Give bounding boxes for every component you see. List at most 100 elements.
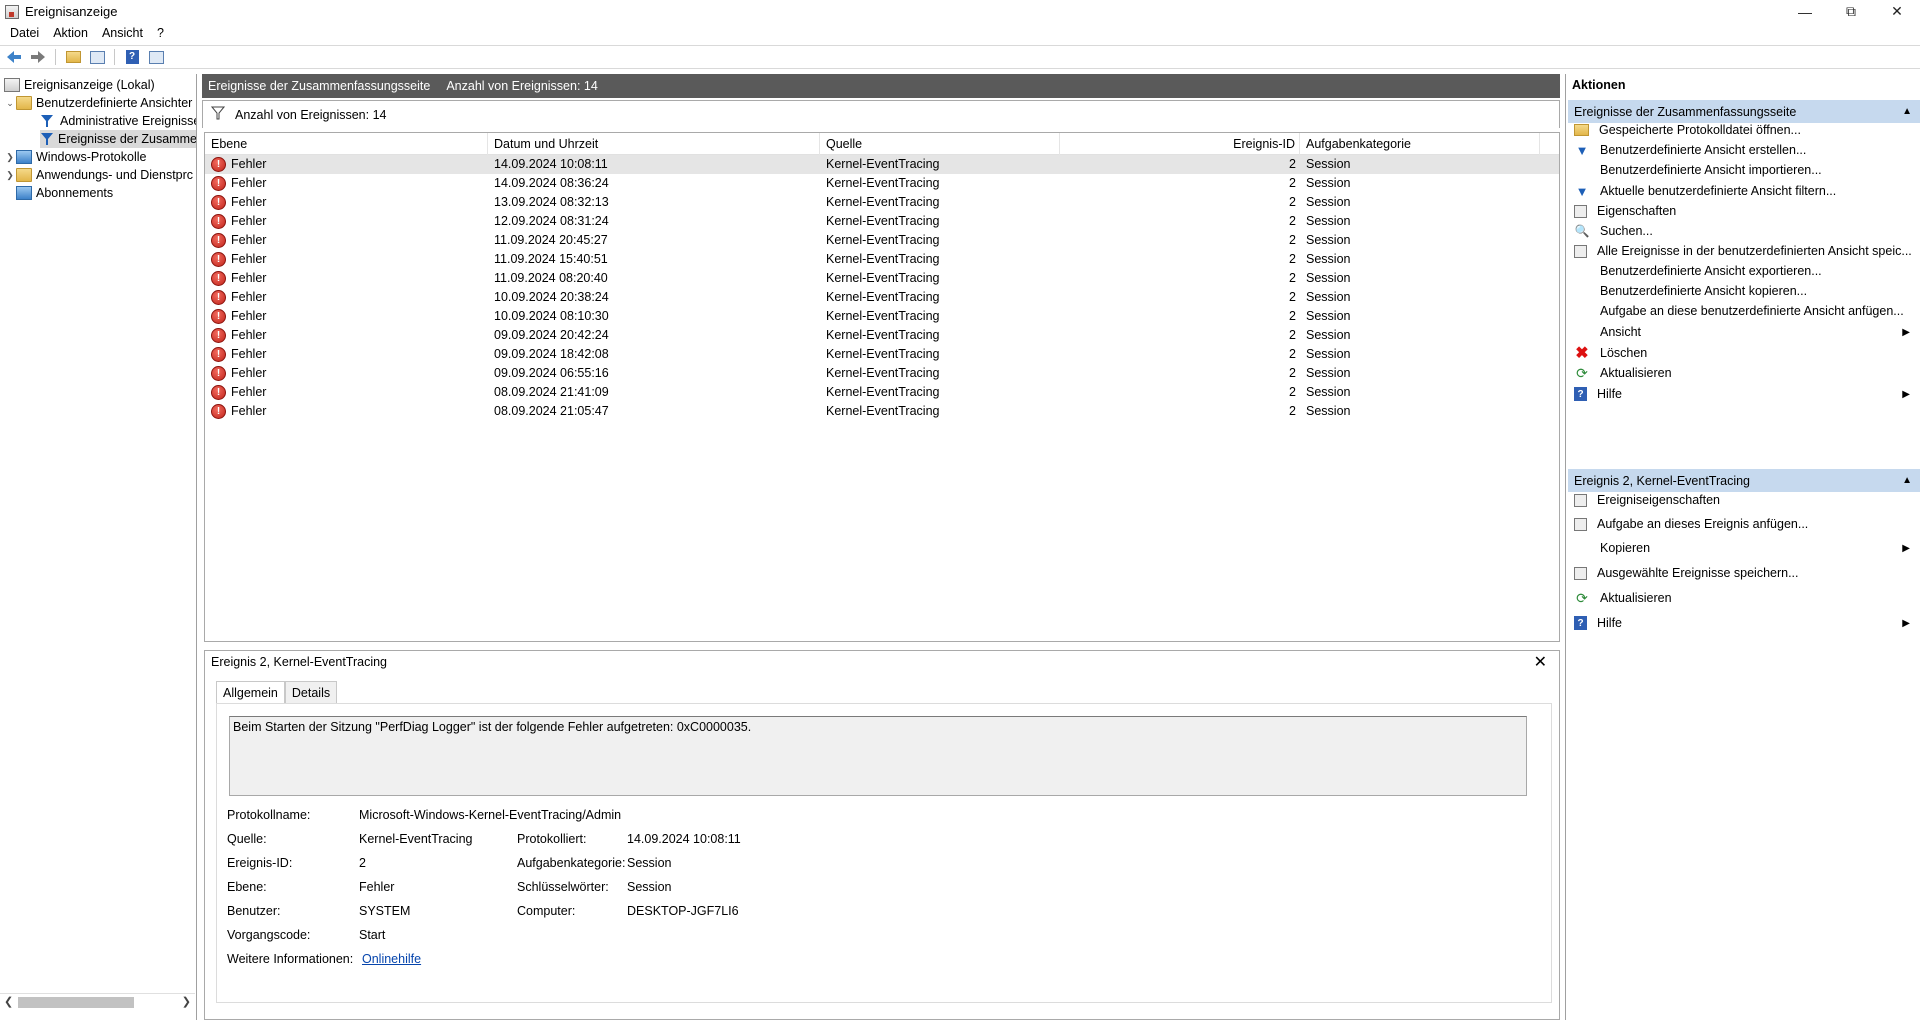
action-item[interactable]: ? Hilfe ▶ — [1568, 383, 1920, 405]
value-event-id[interactable]: 2 — [359, 856, 366, 870]
tree-item-subscriptions[interactable]: Abonnements — [16, 184, 113, 202]
restore-button[interactable]: ⧉ — [1828, 0, 1874, 23]
table-row[interactable]: ! Fehler 09.09.2024 20:42:24 Kernel-EventTr… — [205, 326, 1559, 345]
value-level[interactable]: Fehler — [359, 880, 394, 894]
scroll-thumb[interactable] — [18, 997, 134, 1008]
cell-event-id: 2 — [1289, 157, 1296, 171]
collapse-arrow-icon[interactable]: ▲ — [1902, 475, 1912, 486]
chevron-right-icon[interactable]: ❯ — [4, 170, 16, 181]
table-row[interactable]: ! Fehler 09.09.2024 18:42:08 Kernel-EventTr… — [205, 345, 1559, 364]
value-source[interactable]: Kernel-EventTracing — [359, 832, 472, 846]
table-row[interactable]: ! Fehler 08.09.2024 21:41:09 Kernel-EventTr… — [205, 383, 1559, 402]
action-item[interactable]: Gespeicherte Protokolldatei öffnen... — [1568, 119, 1920, 141]
action-item[interactable]: Benutzerdefinierte Ansicht exportieren..… — [1568, 260, 1920, 282]
filter-icon — [40, 114, 56, 128]
table-row[interactable]: ! Fehler 11.09.2024 08:20:40 Kernel-EventTr… — [205, 269, 1559, 288]
tree-item-root[interactable]: Ereignisanzeige (Lokal) — [4, 76, 155, 94]
action-item[interactable]: ⟳ Aktualisieren — [1568, 362, 1920, 384]
table-row[interactable]: ! Fehler 11.09.2024 15:40:51 Kernel-EventTr… — [205, 250, 1559, 269]
show-hide-action-pane-icon[interactable] — [146, 48, 166, 66]
forward-arrow-icon[interactable] — [28, 48, 48, 66]
action-item[interactable]: 🔍 Suchen... — [1568, 220, 1920, 242]
table-row[interactable]: ! Fehler 13.09.2024 08:32:13 Kernel-EventTr… — [205, 193, 1559, 212]
action-item[interactable]: Benutzerdefinierte Ansicht kopieren... — [1568, 280, 1920, 302]
column-header-task-category[interactable]: Aufgabenkategorie — [1300, 133, 1540, 155]
column-header-date[interactable]: Datum und Uhrzeit — [488, 133, 820, 155]
value-logged[interactable]: 14.09.2024 10:08:11 — [627, 832, 741, 846]
table-row[interactable]: ! Fehler 09.09.2024 06:55:16 Kernel-EventTr… — [205, 364, 1559, 383]
action-item[interactable]: ? Hilfe ▶ — [1568, 612, 1920, 634]
action-item[interactable]: ✖ Löschen — [1568, 342, 1920, 364]
table-row[interactable]: ! Fehler 10.09.2024 08:10:30 Kernel-EventTr… — [205, 307, 1559, 326]
action-item[interactable]: Ausgewählte Ereignisse speichern... — [1568, 562, 1920, 584]
table-row[interactable]: ! Fehler 14.09.2024 10:08:11 Kernel-EventTr… — [205, 155, 1559, 174]
online-help-link[interactable]: Onlinehilfe — [362, 952, 421, 966]
action-item[interactable]: ▼ Benutzerdefinierte Ansicht erstellen... — [1568, 139, 1920, 161]
scroll-left-icon[interactable]: ❮ — [4, 995, 13, 1008]
cell-event-id: 2 — [1289, 328, 1296, 342]
column-header-event-id[interactable]: Ereignis-ID — [1060, 133, 1300, 155]
table-row[interactable]: ! Fehler 11.09.2024 20:45:27 Kernel-EventTr… — [205, 231, 1559, 250]
copy-icon — [1574, 540, 1590, 556]
label-level: Ebene: — [227, 880, 267, 894]
value-user[interactable]: SYSTEM — [359, 904, 410, 918]
action-item[interactable]: Alle Ereignisse in der benutzerdefiniert… — [1568, 240, 1920, 262]
action-item[interactable]: ▼ Aktuelle benutzerdefinierte Ansicht fil… — [1568, 180, 1920, 202]
tree-item-custom-views[interactable]: ⌄ Benutzerdefinierte Ansichter — [4, 94, 192, 112]
action-item[interactable]: Kopieren ▶ — [1568, 537, 1920, 559]
up-folder-icon[interactable] — [63, 48, 83, 66]
tree-item-windows-logs[interactable]: ❯ Windows-Protokolle — [4, 148, 146, 166]
close-button[interactable]: ✕ — [1874, 0, 1920, 23]
cell-level: Fehler — [231, 404, 267, 418]
action-item[interactable]: Eigenschaften — [1568, 200, 1920, 222]
tab-allgemein[interactable]: Allgemein — [216, 681, 285, 704]
label-keywords: Schlüsselwörter: — [517, 880, 609, 894]
menu-ansicht[interactable]: Ansicht — [95, 26, 150, 40]
menu-aktion[interactable]: Aktion — [46, 26, 95, 40]
cell-date: 09.09.2024 20:42:24 — [494, 328, 609, 342]
action-item[interactable]: Aufgabe an diese benutzerdefinierte Ansi… — [1568, 300, 1920, 322]
cell-task-category: Session — [1306, 347, 1351, 361]
action-item[interactable]: Ereigniseigenschaften — [1568, 489, 1920, 511]
minimize-button[interactable]: — — [1782, 0, 1828, 23]
column-header-level[interactable]: Ebene — [205, 133, 488, 155]
value-task-category[interactable]: Session — [627, 856, 671, 870]
menu-datei[interactable]: Datei — [3, 26, 46, 40]
tab-details[interactable]: Details — [284, 681, 338, 703]
tree-item-app-logs[interactable]: ❯ Anwendungs- und Dienstprc — [4, 166, 193, 184]
tree-horizontal-scrollbar[interactable]: ❮ ❯ — [0, 993, 195, 1010]
action-item[interactable]: Aufgabe an dieses Ereignis anfügen... — [1568, 513, 1920, 535]
action-item[interactable]: Ansicht ▶ — [1568, 321, 1920, 343]
table-row[interactable]: ! Fehler 08.09.2024 21:05:47 Kernel-EventTr… — [205, 402, 1559, 421]
show-hide-tree-icon[interactable] — [87, 48, 107, 66]
action-item[interactable]: ⟳ Aktualisieren — [1568, 587, 1920, 609]
cell-source: Kernel-EventTracing — [826, 404, 940, 418]
table-row[interactable]: ! Fehler 12.09.2024 08:31:24 Kernel-EventTr… — [205, 212, 1559, 231]
event-description[interactable]: Beim Starten der Sitzung "PerfDiag Logge… — [229, 716, 1527, 796]
value-computer[interactable]: DESKTOP-JGF7LI6 — [627, 904, 739, 918]
chevron-right-icon[interactable]: ❯ — [4, 152, 16, 163]
chevron-down-icon[interactable]: ⌄ — [4, 98, 16, 109]
scroll-right-icon[interactable]: ❯ — [182, 995, 191, 1008]
event-viewer-icon — [5, 4, 19, 19]
help-icon: ? — [1574, 616, 1587, 630]
close-icon[interactable]: ✕ — [1534, 652, 1547, 672]
table-row[interactable]: ! Fehler 10.09.2024 20:38:24 Kernel-EventTr… — [205, 288, 1559, 307]
value-opcode[interactable]: Start — [359, 928, 385, 942]
collapse-arrow-icon[interactable]: ▲ — [1902, 106, 1912, 117]
action-item[interactable]: Benutzerdefinierte Ansicht importieren..… — [1568, 159, 1920, 181]
cell-date: 08.09.2024 21:41:09 — [494, 385, 609, 399]
subscriptions-icon — [16, 186, 32, 200]
value-keywords[interactable]: Session — [627, 880, 671, 894]
attach-task-icon — [1574, 303, 1590, 319]
help-icon[interactable]: ? — [122, 48, 142, 66]
table-row[interactable]: ! Fehler 14.09.2024 08:36:24 Kernel-EventTr… — [205, 174, 1559, 193]
cell-level: Fehler — [231, 328, 267, 342]
tree-item-summary-events[interactable]: Ereignisse der Zusammer — [40, 130, 196, 148]
tree-item-admin-events[interactable]: Administrative Ereignisse — [40, 112, 196, 130]
column-header-source[interactable]: Quelle — [820, 133, 1060, 155]
menu-help[interactable]: ? — [150, 26, 171, 40]
actions-title: Aktionen — [1572, 78, 1626, 92]
back-arrow-icon[interactable] — [4, 48, 24, 66]
value-log-name[interactable]: Microsoft-Windows-Kernel-EventTracing/Ad… — [359, 808, 621, 822]
